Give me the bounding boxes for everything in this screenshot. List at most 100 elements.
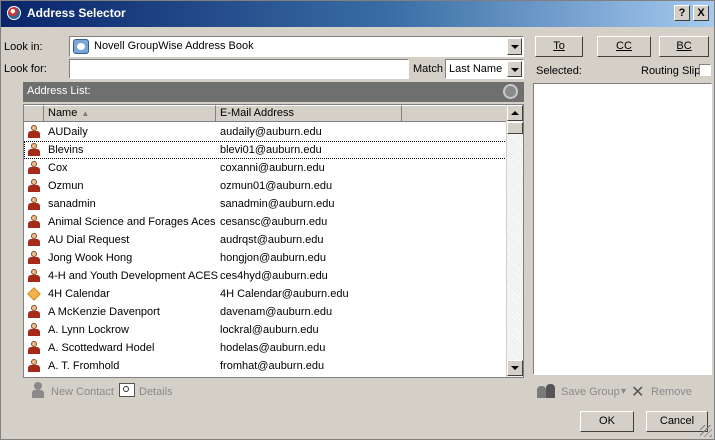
look-in-value: Novell GroupWise Address Book — [94, 40, 254, 52]
table-row[interactable]: AUDaily audaily@auburn.edu — [24, 123, 507, 141]
address-list-label: Address List: — [27, 85, 91, 97]
title-bar[interactable]: Address Selector ? X — [1, 1, 714, 27]
table-row[interactable]: AU Dial Request audrqst@auburn.edu — [24, 231, 507, 249]
row-name: AU Dial Request — [48, 234, 130, 246]
row-email: ces4hyd@auburn.edu — [220, 270, 328, 282]
routing-slip-label: Routing Slip — [641, 65, 701, 77]
address-list[interactable]: Name ▲ E-Mail Address AUDaily audaily@aubu… — [23, 104, 524, 378]
look-in-combo[interactable]: Novell GroupWise Address Book — [69, 36, 524, 57]
bc-button[interactable]: BC — [659, 36, 709, 57]
cc-button[interactable]: CC — [597, 36, 651, 57]
row-email: audrqst@auburn.edu — [220, 234, 324, 246]
row-name: Ozmun — [48, 180, 84, 192]
row-email: ozmun01@auburn.edu — [220, 180, 333, 192]
person-icon — [27, 143, 41, 157]
address-book-icon — [73, 39, 89, 54]
match-value: Last Name — [449, 63, 503, 75]
column-header-name[interactable]: Name ▲ — [44, 105, 216, 122]
look-for-input[interactable] — [69, 59, 409, 79]
table-row[interactable]: 4-H and Youth Development ACES ces4hyd@au… — [24, 267, 507, 285]
address-list-header: Address List: — [23, 82, 524, 102]
row-name: A McKenzie Davenport — [48, 306, 160, 318]
selected-recipients-list[interactable] — [533, 83, 712, 375]
person-icon — [27, 359, 41, 373]
person-icon — [27, 269, 41, 283]
person-icon — [27, 179, 41, 193]
person-icon — [27, 305, 41, 319]
chevron-down-icon[interactable] — [507, 61, 522, 77]
row-name: A. Lynn Lockrow — [48, 324, 129, 336]
row-name: 4-H and Youth Development ACES — [48, 270, 219, 282]
scroll-thumb[interactable] — [507, 122, 523, 134]
list-scrollbar[interactable] — [506, 105, 523, 377]
routing-slip-checkbox[interactable] — [699, 64, 711, 76]
save-group-button[interactable]: Save Group — [561, 386, 620, 398]
match-label: Match — [413, 63, 443, 75]
details-icon[interactable] — [119, 383, 135, 397]
table-row[interactable]: Jong Wook Hong hongjon@auburn.edu — [24, 249, 507, 267]
look-in-label: Look in: — [4, 41, 43, 53]
row-name: 4H Calendar — [48, 288, 110, 300]
row-email: hongjon@auburn.edu — [220, 252, 326, 264]
column-header-email[interactable]: E-Mail Address — [216, 105, 402, 122]
row-email: davenam@auburn.edu — [220, 306, 333, 318]
row-name: AUDaily — [48, 126, 88, 138]
row-name: A. Scottedward Hodel — [48, 342, 155, 354]
row-email: hodelas@auburn.edu — [220, 342, 326, 354]
refresh-icon[interactable] — [503, 84, 518, 99]
table-row[interactable]: 4H Calendar 4H Calendar@auburn.edu — [24, 285, 507, 303]
scroll-up-icon[interactable] — [507, 105, 523, 121]
group-icon — [537, 384, 557, 398]
table-row[interactable]: A. Lynn Lockrow lockral@auburn.edu — [24, 321, 507, 339]
new-contact-icon[interactable] — [31, 382, 45, 398]
row-email: sanadmin@auburn.edu — [220, 198, 335, 210]
table-row[interactable]: Cox coxanni@auburn.edu — [24, 159, 507, 177]
cancel-button[interactable]: Cancel — [646, 411, 708, 432]
table-row[interactable]: A. Scottedward Hodel hodelas@auburn.edu — [24, 339, 507, 357]
person-icon — [27, 197, 41, 211]
new-contact-button[interactable]: New Contact — [51, 386, 114, 398]
row-name: Animal Science and Forages Aces — [48, 216, 216, 228]
column-header-extra[interactable] — [402, 105, 507, 122]
match-select[interactable]: Last Name — [445, 59, 524, 79]
sort-arrow-icon: ▲ — [81, 109, 90, 118]
help-button[interactable]: ? — [674, 5, 690, 21]
selected-label: Selected: — [536, 65, 582, 77]
table-row[interactable]: Blevins blevi01@auburn.edu — [24, 141, 507, 159]
column-headers: Name ▲ E-Mail Address — [24, 105, 507, 122]
row-email: blevi01@auburn.edu — [220, 144, 322, 156]
scroll-down-icon[interactable] — [507, 360, 523, 376]
row-name: sanadmin — [48, 198, 96, 210]
details-button[interactable]: Details — [139, 386, 173, 398]
chevron-down-icon[interactable] — [507, 38, 522, 55]
table-row[interactable]: sanadmin sanadmin@auburn.edu — [24, 195, 507, 213]
person-icon — [27, 215, 41, 229]
app-icon — [7, 6, 21, 20]
table-row[interactable]: A. T. Fromhold fromhat@auburn.edu — [24, 357, 507, 375]
row-name: A. T. Fromhold — [48, 360, 120, 372]
close-button[interactable]: X — [693, 5, 709, 21]
remove-icon[interactable]: ✕ — [631, 382, 644, 402]
person-icon — [27, 323, 41, 337]
look-for-label: Look for: — [4, 63, 47, 75]
column-header-icon[interactable] — [24, 105, 44, 122]
remove-button[interactable]: Remove — [651, 386, 692, 398]
resize-grip[interactable] — [700, 425, 712, 437]
table-row[interactable]: Ozmun ozmun01@auburn.edu — [24, 177, 507, 195]
table-row[interactable]: Animal Science and Forages Aces cesansc@a… — [24, 213, 507, 231]
row-email: audaily@auburn.edu — [220, 126, 322, 138]
row-email: coxanni@auburn.edu — [220, 162, 325, 174]
person-icon — [27, 341, 41, 355]
to-button[interactable]: To — [535, 36, 583, 57]
row-email: cesansc@auburn.edu — [220, 216, 328, 228]
window-title: Address Selector — [27, 6, 126, 20]
table-row[interactable]: A McKenzie Davenport davenam@auburn.edu — [24, 303, 507, 321]
row-name: Blevins — [48, 144, 84, 156]
chevron-down-icon[interactable]: ▼ — [619, 386, 628, 396]
ok-button[interactable]: OK — [580, 411, 634, 432]
person-icon — [27, 251, 41, 265]
person-icon — [27, 233, 41, 247]
row-email: fromhat@auburn.edu — [220, 360, 325, 372]
row-name: Cox — [48, 162, 68, 174]
person-icon — [27, 125, 41, 139]
